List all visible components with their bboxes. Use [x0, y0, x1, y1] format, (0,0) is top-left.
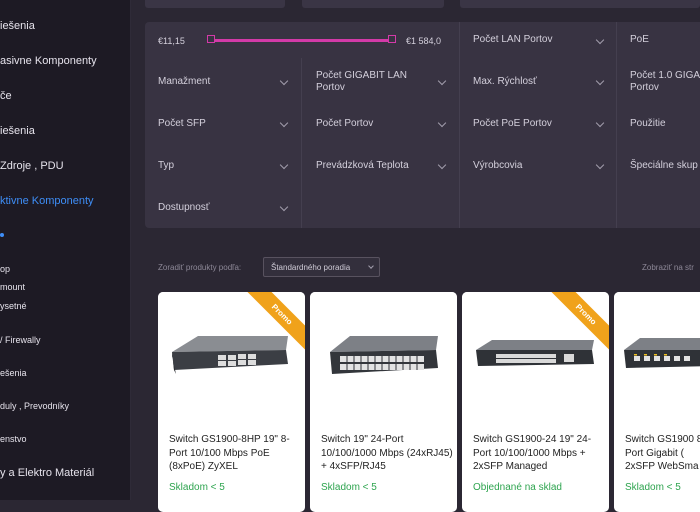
sort-selected-value: Štandardného poradia: [271, 263, 351, 272]
filter-management[interactable]: Manažment: [158, 76, 210, 88]
product-card[interactable]: Promo Switch GS1900-24 19" 24-Port 10/10…: [462, 292, 609, 512]
product-title[interactable]: Switch GS1900-24 19" 24-Port 10/100/1000…: [473, 433, 605, 474]
price-max-handle[interactable]: [388, 35, 396, 43]
filter-availability[interactable]: Dostupnosť: [158, 202, 210, 214]
sidebar-item[interactable]: če: [0, 90, 12, 102]
top-box: [460, 0, 700, 8]
product-title[interactable]: Switch GS1900-8HP 19" 8-Port 10/100 Mbps…: [169, 433, 301, 474]
product-card[interactable]: Promo Switch GS1900-8HP 19" 8-Port 10/10…: [158, 292, 305, 512]
sidebar-item-active[interactable]: ktivne Komponenty: [0, 195, 94, 207]
product-image[interactable]: [310, 292, 457, 422]
active-marker-icon: [0, 233, 4, 237]
filter-type[interactable]: Typ: [158, 160, 174, 172]
sidebar-subitem[interactable]: ešenia: [0, 368, 27, 378]
filter-sfp-count[interactable]: Počet SFP: [158, 118, 206, 130]
per-page-label: Zobraziť na str: [642, 263, 694, 272]
product-card[interactable]: Switch 19" 24-Port 10/100/1000 Mbps (24x…: [310, 292, 457, 512]
stock-status: Skladom < 5: [169, 482, 225, 493]
divider: [459, 22, 460, 228]
price-max-label: €1 584,0: [406, 36, 442, 46]
sidebar-subitem[interactable]: / Firewally: [0, 335, 41, 345]
sidebar-item[interactable]: iešenia: [0, 20, 35, 32]
price-min-handle[interactable]: [207, 35, 215, 43]
price-range-track[interactable]: [210, 39, 393, 42]
filter-poe[interactable]: PoE: [630, 34, 649, 46]
filter-special-groups[interactable]: Špeciálne skup: [630, 160, 698, 172]
switch-image-icon: [624, 338, 700, 368]
filter-port-count[interactable]: Počet Portov: [316, 118, 373, 130]
product-card[interactable]: Switch GS1900 8-Port Gigabit ( 2xSFP Web…: [614, 292, 700, 512]
stock-status: Objednané na sklad: [473, 482, 562, 493]
filter-usage[interactable]: Použitie: [630, 118, 666, 130]
divider: [616, 22, 617, 228]
sort-select[interactable]: Štandardného poradia: [263, 257, 380, 277]
chevron-down-icon: [368, 263, 374, 269]
category-sidebar: iešenia asivne Komponenty če iešenia Zdr…: [0, 0, 131, 500]
sidebar-item[interactable]: Zdroje , PDU: [0, 160, 64, 172]
sidebar-item[interactable]: iešenia: [0, 125, 35, 137]
filter-1g-ports[interactable]: Počet 1.0 GIGA Portov: [630, 70, 700, 96]
divider: [301, 58, 302, 228]
stock-status: Skladom < 5: [625, 482, 681, 493]
sidebar-subitem[interactable]: op: [0, 264, 10, 274]
sort-label: Zoradiť produkty podľa:: [158, 263, 242, 272]
filter-max-speed[interactable]: Max. Rýchlosť: [473, 76, 537, 88]
filter-gigabit-lan-ports[interactable]: Počet GIGABIT LAN Portov: [316, 70, 426, 94]
top-box: [302, 0, 444, 8]
sidebar-subitem[interactable]: duly , Prevodníky: [0, 401, 69, 411]
filter-operating-temp[interactable]: Prevádzková Teplota: [316, 160, 409, 172]
switch-image-icon: [330, 336, 438, 374]
product-title[interactable]: Switch GS1900 8-Port Gigabit ( 2xSFP Web…: [625, 433, 700, 474]
sidebar-subitem[interactable]: ysetné: [0, 301, 27, 311]
sidebar-subitem[interactable]: mount: [0, 282, 25, 292]
sidebar-item[interactable]: asivne Komponenty: [0, 55, 97, 67]
top-box: [145, 0, 285, 8]
stock-status: Skladom < 5: [321, 482, 377, 493]
filter-poe-ports[interactable]: Počet PoE Portov: [473, 118, 552, 130]
sidebar-subitem[interactable]: enstvo: [0, 434, 27, 444]
filter-lan-ports[interactable]: Počet LAN Portov: [473, 34, 552, 46]
price-min-label: €11,15: [158, 36, 185, 46]
product-title[interactable]: Switch 19" 24-Port 10/100/1000 Mbps (24x…: [321, 433, 453, 474]
sidebar-item[interactable]: y a Elektro Materiál: [0, 467, 94, 479]
product-image[interactable]: [614, 292, 700, 422]
filter-manufacturers[interactable]: Výrobcovia: [473, 160, 522, 172]
